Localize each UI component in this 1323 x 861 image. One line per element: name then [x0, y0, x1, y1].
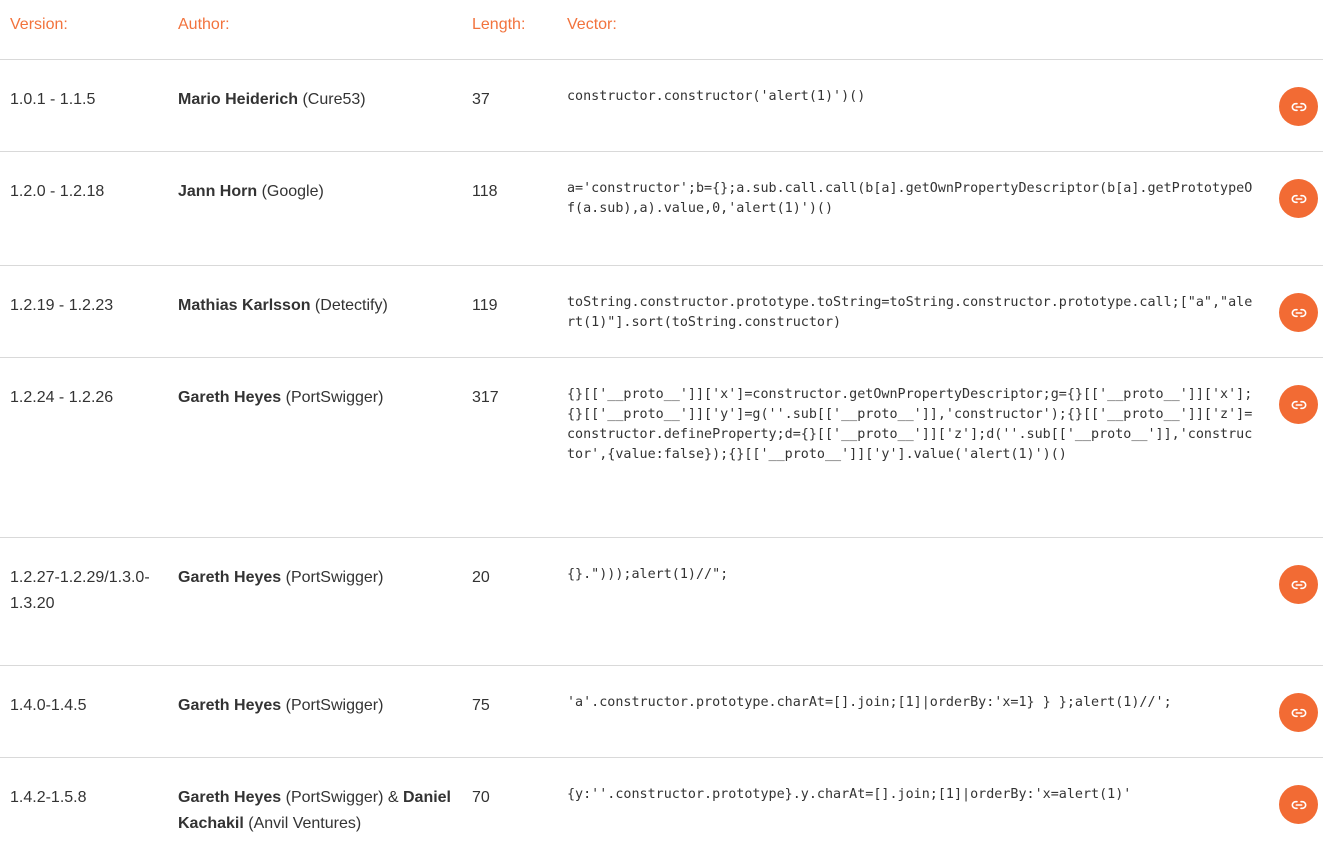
- author-org: (Detectify): [310, 297, 388, 314]
- version-cell: 1.2.19 - 1.2.23: [10, 297, 114, 314]
- author-name: Gareth Heyes: [178, 697, 282, 714]
- permalink-button[interactable]: [1279, 385, 1318, 424]
- vector-code: 'a'.constructor.prototype.charAt=[].join…: [567, 695, 1172, 710]
- author-org: (PortSwigger): [281, 789, 384, 806]
- author-name: Jann Horn: [178, 183, 258, 200]
- link-icon: [1291, 708, 1306, 717]
- author-org: (PortSwigger): [281, 697, 384, 714]
- length-cell: 118: [472, 183, 498, 200]
- author-name: Gareth Heyes: [178, 789, 282, 806]
- author-org: (Anvil Ventures): [243, 815, 362, 832]
- table-row: 1.2.27-1.2.29/1.3.0-1.3.20 Gareth Heyes (…: [0, 538, 1323, 666]
- author-name: Mathias Karlsson: [178, 297, 311, 314]
- table-row: 1.4.0-1.4.5 Gareth Heyes (PortSwigger) 75 '…: [0, 666, 1323, 758]
- author-cell: Gareth Heyes (PortSwigger) & Daniel Kach…: [178, 785, 458, 837]
- version-cell: 1.2.0 - 1.2.18: [10, 183, 105, 200]
- permalink-button[interactable]: [1279, 179, 1318, 218]
- length-cell: 317: [472, 389, 499, 406]
- author-org: (PortSwigger): [281, 389, 384, 406]
- version-cell: 1.4.0-1.4.5: [10, 697, 87, 714]
- link-icon: [1291, 194, 1306, 203]
- version-cell: 1.0.1 - 1.1.5: [10, 91, 96, 108]
- vector-code: constructor.constructor('alert(1)')(): [567, 89, 866, 104]
- vector-code: {y:''.constructor.prototype}.y.charAt=[]…: [567, 787, 1132, 802]
- author-org: (Cure53): [298, 91, 366, 108]
- author-name: Gareth Heyes: [178, 569, 282, 586]
- author-cell: Mario Heiderich (Cure53): [178, 87, 458, 113]
- length-cell: 70: [472, 789, 490, 806]
- author-cell: Gareth Heyes (PortSwigger): [178, 565, 458, 591]
- length-cell: 20: [472, 569, 490, 586]
- vector-code: toString.constructor.prototype.toString=…: [567, 295, 1253, 330]
- author-org: (Google): [257, 183, 324, 200]
- vectors-table: Version: Author: Length: Vector: 1.0.1 -…: [0, 0, 1323, 861]
- table-row: 1.2.0 - 1.2.18 Jann Horn (Google) 118 a='co…: [0, 152, 1323, 266]
- link-icon: [1291, 102, 1306, 111]
- permalink-button[interactable]: [1279, 87, 1318, 126]
- table-header: Version: Author: Length: Vector:: [0, 0, 1323, 60]
- author-cell: Gareth Heyes (PortSwigger): [178, 385, 458, 411]
- version-cell: 1.2.24 - 1.2.26: [10, 389, 114, 406]
- author-org: (PortSwigger): [281, 569, 384, 586]
- permalink-button[interactable]: [1279, 565, 1318, 604]
- version-cell: 1.4.2-1.5.8: [10, 789, 87, 806]
- length-cell: 75: [472, 697, 490, 714]
- author-cell: Gareth Heyes (PortSwigger): [178, 693, 458, 719]
- header-author: Author:: [178, 16, 230, 33]
- author-cell: Mathias Karlsson (Detectify): [178, 293, 458, 319]
- vector-code: a='constructor';b={};a.sub.call.call(b[a…: [567, 181, 1253, 216]
- link-icon: [1291, 580, 1306, 589]
- author-joiner: &: [383, 789, 403, 806]
- permalink-button[interactable]: [1279, 785, 1318, 824]
- length-cell: 37: [472, 91, 490, 108]
- vector-code: {}.")));alert(1)//";: [567, 567, 729, 582]
- length-cell: 119: [472, 297, 498, 314]
- author-name: Mario Heiderich: [178, 91, 299, 108]
- link-icon: [1291, 308, 1306, 317]
- author-name: Gareth Heyes: [178, 389, 282, 406]
- table-row: 1.2.19 - 1.2.23 Mathias Karlsson (Detecti…: [0, 266, 1323, 358]
- header-vector: Vector:: [567, 16, 617, 33]
- vector-code: {}[['__proto__']]['x']=constructor.getOw…: [567, 387, 1253, 462]
- author-cell: Jann Horn (Google): [178, 179, 458, 205]
- permalink-button[interactable]: [1279, 293, 1318, 332]
- table-row: 1.4.2-1.5.8 Gareth Heyes (PortSwigger) & …: [0, 758, 1323, 861]
- link-icon: [1291, 800, 1306, 809]
- permalink-button[interactable]: [1279, 693, 1318, 732]
- header-length: Length:: [472, 16, 526, 33]
- link-icon: [1291, 400, 1306, 409]
- version-cell: 1.2.27-1.2.29/1.3.0-1.3.20: [10, 569, 150, 612]
- table-body: 1.0.1 - 1.1.5 Mario Heiderich (Cure53) 37 c…: [0, 60, 1323, 861]
- table-row: 1.2.24 - 1.2.26 Gareth Heyes (PortSwigger…: [0, 358, 1323, 538]
- header-version: Version:: [10, 16, 68, 33]
- table-row: 1.0.1 - 1.1.5 Mario Heiderich (Cure53) 37 c…: [0, 60, 1323, 152]
